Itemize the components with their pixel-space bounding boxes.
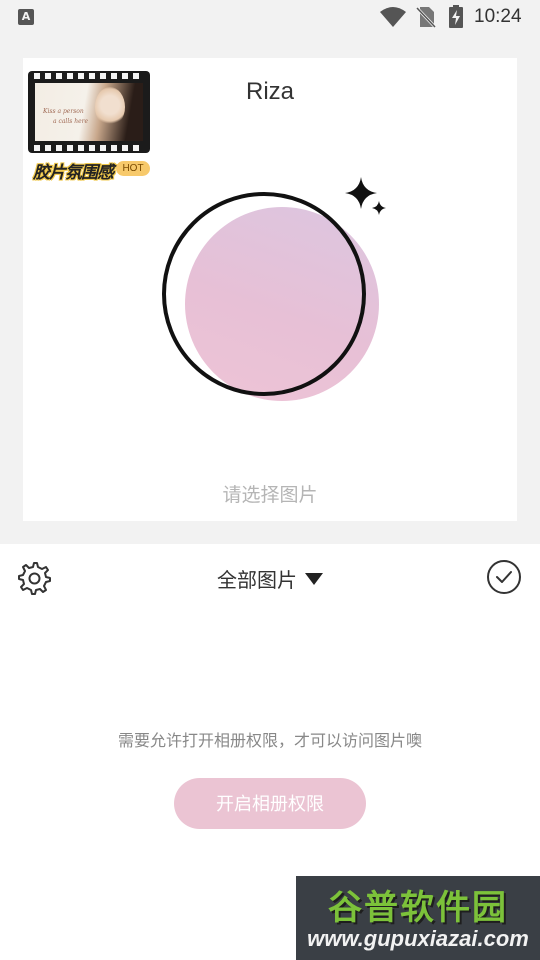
promo-caption: 胶片氛围感 <box>33 163 114 183</box>
album-toolbar: 全部图片 <box>0 544 540 610</box>
watermark: 谷普软件园 www.gupuxiazai.com <box>296 876 540 960</box>
avatar-ring <box>162 192 366 396</box>
sparkle-icon <box>345 177 386 215</box>
battery-charging-icon <box>449 5 463 28</box>
open-album-permission-button[interactable]: 开启相册权限 <box>174 778 366 829</box>
watermark-title: 谷普软件园 <box>328 888 508 928</box>
check-circle-icon[interactable] <box>486 559 522 595</box>
permission-message: 需要允许打开相册权限，才可以访问图片噢 <box>117 731 422 750</box>
triangle-down-icon <box>305 573 323 585</box>
avatar-placeholder[interactable] <box>153 175 393 405</box>
album-selector[interactable]: 全部图片 <box>0 564 540 593</box>
watermark-url: www.gupuxiazai.com <box>307 926 529 951</box>
preview-area: Kiss a person a calls here 胶片氛围感 HOT Riz… <box>0 36 540 544</box>
status-bar: A 10:24 <box>0 0 540 36</box>
no-sim-icon <box>416 6 436 28</box>
preview-card: Kiss a person a calls here 胶片氛围感 HOT Riz… <box>23 58 517 521</box>
film-script-text: Kiss a person a calls here <box>43 108 89 125</box>
username: Riza <box>245 78 294 105</box>
clock: 10:24 <box>474 6 522 27</box>
app-notification-icon: A <box>18 9 34 25</box>
film-sprocket-holes <box>34 145 144 151</box>
hot-badge: HOT <box>116 161 150 176</box>
wifi-icon <box>380 7 406 27</box>
choose-image-hint: 请选择图片 <box>222 484 318 506</box>
album-label: 全部图片 <box>217 568 297 592</box>
